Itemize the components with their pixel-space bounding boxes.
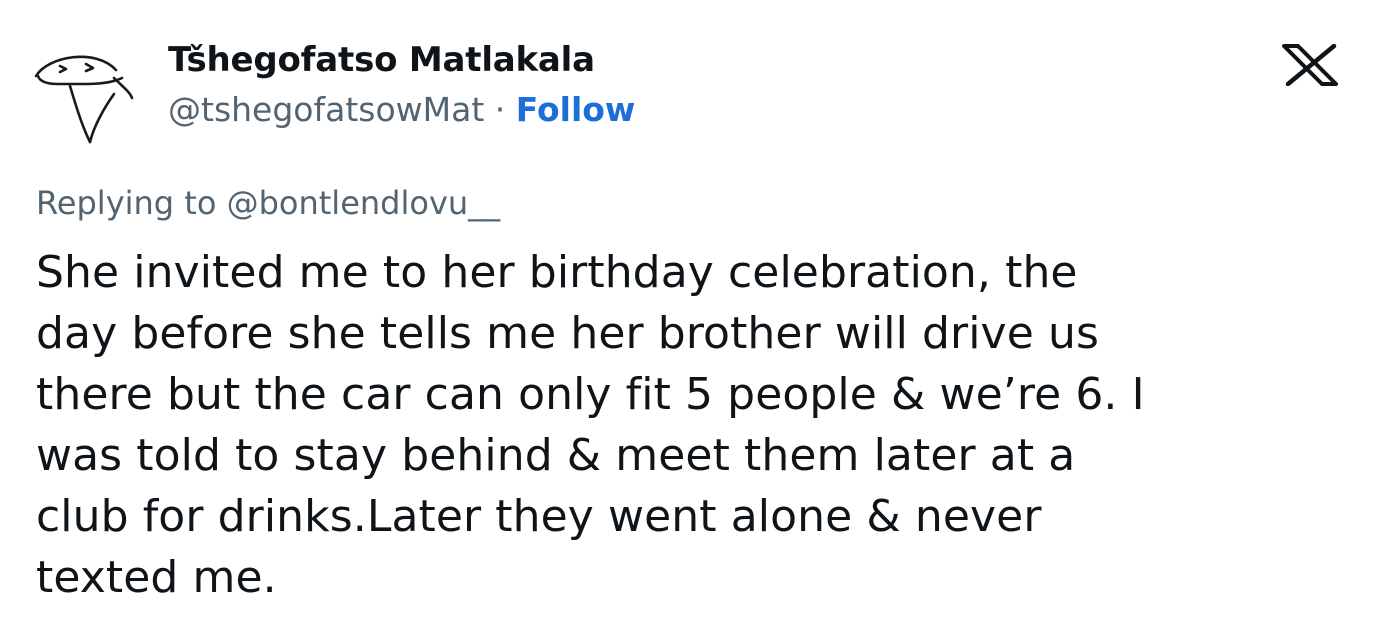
handle-separator: · [484, 90, 516, 129]
follow-button[interactable]: Follow [516, 90, 636, 129]
avatar[interactable] [30, 42, 138, 150]
author-handle-row: @tshegofatsowMat · Follow [168, 88, 635, 132]
x-brand-icon [1282, 43, 1338, 87]
replying-to-label: Replying to @bontlendlovu__ [36, 184, 501, 222]
author-handle[interactable]: @tshegofatsowMat [168, 90, 484, 129]
tweet-card: Tšhegofatso Matlakala @tshegofatsowMat ·… [0, 0, 1374, 620]
author-display-name[interactable]: Tšhegofatso Matlakala [168, 38, 595, 82]
x-logo-icon[interactable] [1282, 43, 1338, 87]
tweet-text: She invited me to her birthday celebrati… [36, 247, 1145, 603]
avatar-sketch-icon [34, 55, 134, 144]
